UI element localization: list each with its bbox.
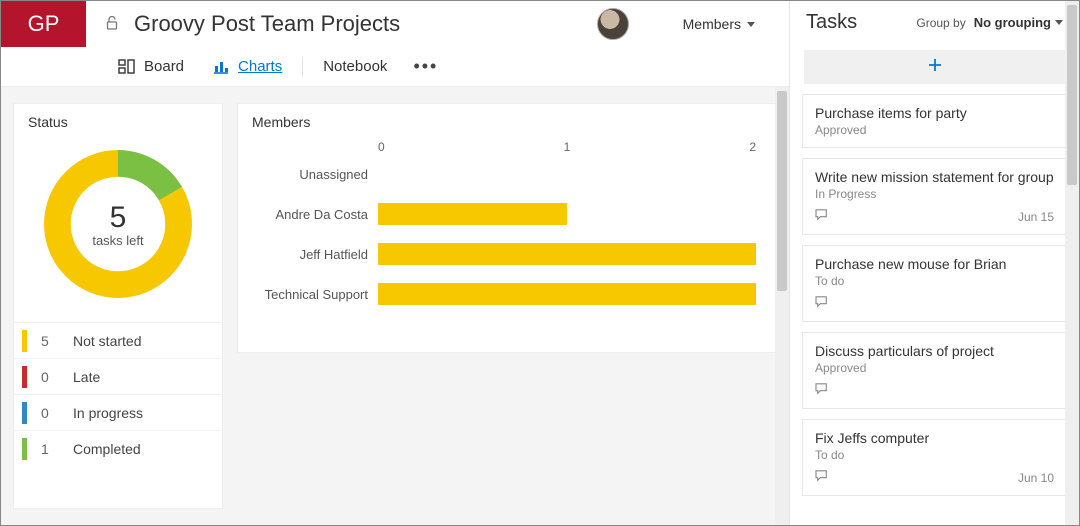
task-card[interactable]: Purchase new mouse for Brian To do — [802, 245, 1067, 322]
task-date: Jun 15 — [1018, 210, 1054, 224]
member-bar-fill — [378, 243, 756, 265]
groupby-label: Group by — [916, 16, 965, 30]
axis-tick: 1 — [564, 140, 750, 154]
task-title: Discuss particulars of project — [815, 343, 1054, 359]
task-title: Purchase items for party — [815, 105, 1054, 121]
legend-label: In progress — [73, 405, 143, 421]
member-bar-label: Jeff Hatfield — [258, 247, 378, 262]
charts-icon — [212, 58, 230, 76]
task-title: Write new mission statement for group — [815, 169, 1054, 185]
task-date: Jun 10 — [1018, 471, 1054, 485]
legend-row: 0 Late — [14, 358, 222, 394]
legend-swatch — [22, 330, 27, 352]
groupby-dropdown[interactable]: No grouping — [974, 15, 1063, 30]
task-card[interactable]: Discuss particulars of project Approved — [802, 332, 1067, 409]
legend-count: 5 — [41, 333, 59, 349]
axis-tick: 0 — [378, 140, 564, 154]
chevron-down-icon — [1055, 20, 1063, 25]
legend-row: 1 Completed — [14, 430, 222, 466]
tab-notebook[interactable]: Notebook — [311, 52, 399, 81]
members-axis: 0 1 2 — [378, 140, 756, 154]
legend-swatch — [22, 438, 27, 460]
tab-charts-label: Charts — [238, 58, 282, 75]
chevron-down-icon — [747, 22, 755, 27]
tasks-scrollbar[interactable] — [1065, 1, 1079, 525]
members-dropdown-label: Members — [683, 16, 741, 32]
member-bar-fill — [378, 283, 756, 305]
member-bar-fill — [378, 203, 567, 225]
tab-notebook-label: Notebook — [323, 58, 387, 75]
status-card-title: Status — [14, 104, 222, 134]
legend-row: 5 Not started — [14, 322, 222, 358]
avatar[interactable] — [597, 8, 629, 40]
legend-count: 0 — [41, 405, 59, 421]
tab-divider — [302, 57, 303, 77]
members-bars: Unassigned Andre Da Costa Jeff Hatfield Tec… — [258, 154, 756, 314]
status-card: Status 5 tasks left 5Not st — [13, 103, 223, 509]
legend-label: Completed — [73, 441, 141, 457]
member-bar-row: Unassigned — [258, 154, 756, 194]
donut-center-sub: tasks left — [92, 233, 143, 248]
legend-swatch — [22, 402, 27, 424]
page-title: Groovy Post Team Projects — [134, 11, 400, 37]
legend-row: 0 In progress — [14, 394, 222, 430]
tab-charts[interactable]: Charts — [200, 52, 294, 82]
status-legend: 5 Not started 0 Late 0 In progress 1 Completed — [14, 322, 222, 466]
member-bar-track — [378, 243, 756, 265]
top-header: GP Groovy Post Team Projects Members — [1, 1, 789, 47]
legend-label: Not started — [73, 333, 141, 349]
task-status: In Progress — [815, 187, 1054, 201]
tab-board[interactable]: Board — [106, 52, 196, 82]
task-status: Approved — [815, 123, 1054, 137]
add-task-button[interactable] — [804, 50, 1065, 84]
tab-board-label: Board — [144, 58, 184, 75]
main-scrollbar[interactable] — [775, 87, 789, 525]
legend-swatch — [22, 366, 27, 388]
task-status: Approved — [815, 361, 1054, 375]
comment-icon — [815, 383, 829, 398]
task-status: To do — [815, 274, 1054, 288]
task-title: Purchase new mouse for Brian — [815, 256, 1054, 272]
member-bar-track — [378, 283, 756, 305]
task-title: Fix Jeffs computer — [815, 430, 1054, 446]
task-card[interactable]: Write new mission statement for group In … — [802, 158, 1067, 235]
comment-icon — [815, 296, 829, 311]
status-donut-chart: 5 tasks left — [38, 144, 198, 304]
member-bar-row: Technical Support — [258, 274, 756, 314]
task-status: To do — [815, 448, 1054, 462]
board-icon — [118, 58, 136, 76]
plus-icon — [928, 58, 942, 77]
comment-icon — [815, 470, 829, 485]
member-bar-track — [378, 203, 756, 225]
member-bar-label: Andre Da Costa — [258, 207, 378, 222]
axis-tick: 2 — [749, 140, 756, 154]
members-card-title: Members — [238, 104, 776, 134]
legend-count: 1 — [41, 441, 59, 457]
groupby-value: No grouping — [974, 15, 1051, 30]
member-bar-row: Andre Da Costa — [258, 194, 756, 234]
comment-icon — [815, 209, 829, 224]
app-logo[interactable]: GP — [1, 1, 86, 47]
more-menu[interactable]: ••• — [403, 56, 448, 77]
member-bar-track — [378, 163, 756, 185]
tasks-panel: Tasks Group by No grouping Purchase item… — [789, 1, 1079, 525]
member-bar-label: Technical Support — [258, 287, 378, 302]
task-card[interactable]: Purchase items for party Approved — [802, 94, 1067, 148]
donut-center-number: 5 — [110, 201, 127, 235]
legend-count: 0 — [41, 369, 59, 385]
member-bar-row: Jeff Hatfield — [258, 234, 756, 274]
members-card: Members 0 1 2 Unassigned Andre Da Costa Je… — [237, 103, 777, 353]
members-dropdown[interactable]: Members — [683, 16, 755, 32]
member-bar-label: Unassigned — [258, 167, 378, 182]
legend-label: Late — [73, 369, 100, 385]
lock-open-icon — [106, 15, 120, 34]
task-card[interactable]: Fix Jeffs computer To do Jun 10 — [802, 419, 1067, 496]
view-tabs: Board Charts Notebook ••• — [1, 47, 789, 87]
tasks-panel-title: Tasks — [806, 11, 857, 34]
